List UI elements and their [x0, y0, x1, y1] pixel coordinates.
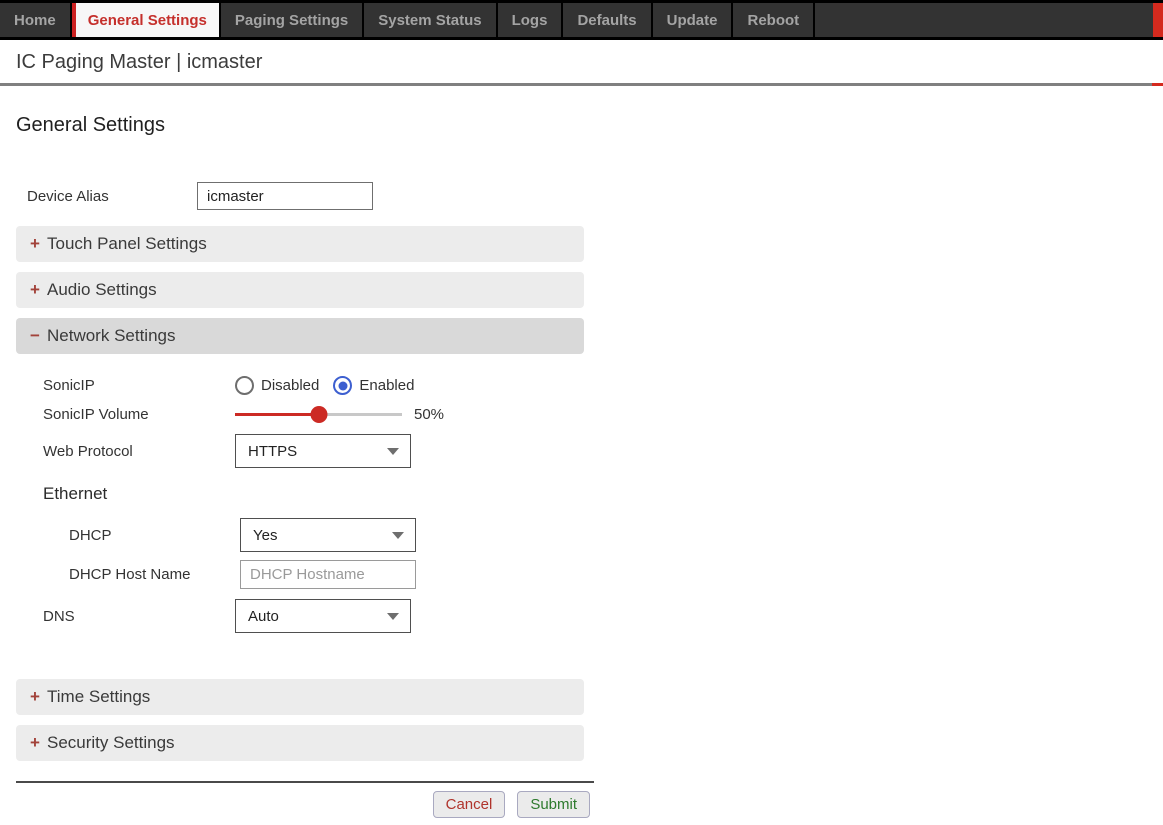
sonicip-volume-value: 50% [414, 405, 445, 423]
dhcp-select[interactable]: Yes [240, 518, 416, 552]
chevron-down-icon [387, 447, 399, 455]
sonicip-volume-row: SonicIP Volume 50% [16, 400, 1163, 428]
radio-checked-icon[interactable] [333, 376, 353, 395]
accordion-label: Security Settings [47, 733, 175, 752]
web-protocol-row: Web Protocol HTTPS [16, 434, 1163, 468]
sonicip-radio-group: Disabled Enabled [235, 376, 428, 395]
chevron-down-icon [387, 612, 399, 620]
nav-filler [815, 3, 1153, 37]
web-protocol-value: HTTPS [248, 442, 298, 460]
accordion-security-settings[interactable]: + Security Settings [16, 725, 584, 761]
dhcp-value: Yes [253, 526, 278, 544]
web-protocol-label: Web Protocol [43, 442, 133, 460]
radio-unchecked-icon[interactable] [235, 376, 254, 395]
expand-plus-icon: + [30, 280, 40, 299]
dhcp-host-name-row: DHCP Host Name [16, 560, 1163, 589]
dhcp-row: DHCP Yes [16, 518, 1163, 552]
sonicip-enabled-label: Enabled [359, 377, 415, 394]
tab-general-settings[interactable]: General Settings [71, 3, 221, 37]
sonicip-disabled-option[interactable]: Disabled [235, 376, 319, 395]
footer-divider [16, 781, 594, 783]
expand-plus-icon: + [30, 733, 40, 752]
submit-button[interactable]: Submit [517, 791, 590, 818]
device-alias-label: Device Alias [27, 187, 109, 205]
dns-value: Auto [248, 607, 279, 625]
main-content: General Settings Device Alias + Touch Pa… [0, 112, 1163, 818]
tab-paging-settings[interactable]: Paging Settings [220, 3, 365, 37]
tab-system-status[interactable]: System Status [364, 3, 498, 37]
dns-label: DNS [43, 607, 75, 625]
tab-update[interactable]: Update [652, 3, 734, 37]
accordion-audio-settings[interactable]: + Audio Settings [16, 272, 584, 308]
cancel-button[interactable]: Cancel [432, 791, 506, 818]
nav-red-accent [1153, 3, 1163, 37]
device-alias-row: Device Alias [16, 182, 1163, 210]
page-header: IC Paging Master | icmaster [0, 40, 1163, 83]
tab-home[interactable]: Home [0, 3, 72, 37]
header-rule-red-accent [1152, 83, 1163, 86]
collapse-minus-icon: − [30, 326, 40, 345]
accordion-time-settings[interactable]: + Time Settings [16, 679, 584, 715]
tab-reboot[interactable]: Reboot [733, 3, 816, 37]
header-rule [0, 83, 1163, 86]
accordion-label: Time Settings [47, 687, 151, 706]
device-alias-input[interactable] [197, 182, 373, 210]
dhcp-host-name-input[interactable] [240, 560, 416, 589]
dns-select[interactable]: Auto [235, 599, 411, 633]
accordion-label: Touch Panel Settings [47, 234, 207, 253]
dhcp-label: DHCP [69, 526, 112, 544]
ethernet-heading: Ethernet [43, 484, 108, 503]
tab-logs[interactable]: Logs [497, 3, 564, 37]
sonicip-volume-slider[interactable] [235, 405, 402, 423]
page-title: General Settings [16, 114, 165, 136]
web-protocol-select[interactable]: HTTPS [235, 434, 411, 468]
sonicip-volume-fill [235, 412, 319, 416]
form-actions: Cancel Submit [16, 791, 590, 818]
sonicip-volume-thumb[interactable] [310, 405, 327, 423]
expand-plus-icon: + [30, 687, 40, 706]
sonicip-row: SonicIP Disabled Enabled [16, 376, 1163, 395]
dhcp-host-name-label: DHCP Host Name [69, 566, 191, 583]
top-nav: Home General Settings Paging Settings Sy… [0, 0, 1163, 40]
dns-row: DNS Auto [16, 599, 1163, 633]
sonicip-volume-label: SonicIP Volume [43, 405, 149, 423]
sonicip-label: SonicIP [43, 377, 95, 394]
device-title: IC Paging Master | icmaster [16, 51, 263, 73]
sonicip-enabled-option[interactable]: Enabled [333, 376, 414, 395]
tab-defaults[interactable]: Defaults [563, 3, 653, 37]
accordion-touch-panel-settings[interactable]: + Touch Panel Settings [16, 226, 584, 262]
expand-plus-icon: + [30, 234, 40, 253]
sonicip-disabled-label: Disabled [261, 377, 320, 394]
chevron-down-icon [392, 531, 404, 539]
accordion-network-settings[interactable]: − Network Settings [16, 318, 584, 354]
network-settings-panel: SonicIP Disabled Enabled SonicIP Volume … [16, 354, 1163, 633]
accordion-label: Network Settings [47, 326, 176, 345]
accordion-label: Audio Settings [47, 280, 157, 299]
